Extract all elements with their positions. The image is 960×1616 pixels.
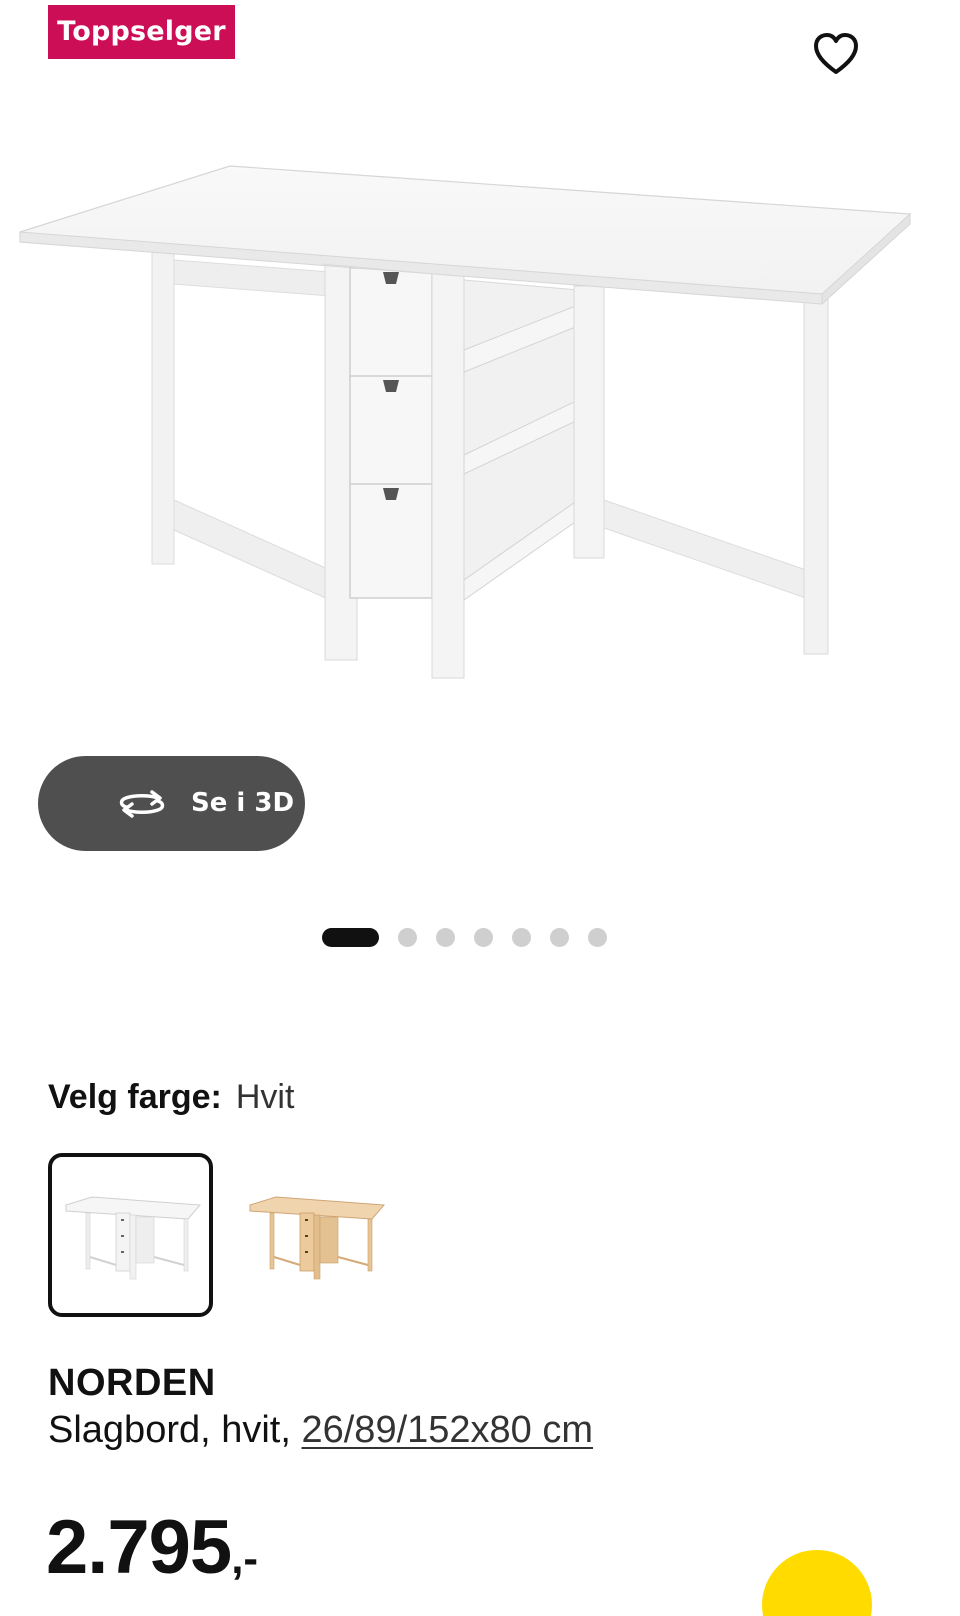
pagination-dot-active[interactable]	[322, 927, 379, 947]
product-description: Slagbord, hvit, 26/89/152x80 cm	[48, 1406, 593, 1454]
pagination-dot[interactable]	[512, 927, 531, 947]
color-value: Hvit	[235, 1078, 295, 1116]
color-option-white[interactable]	[48, 1153, 213, 1317]
dimensions-link[interactable]: 26/89/152x80 cm	[301, 1409, 593, 1451]
pagination-dot[interactable]	[474, 927, 493, 947]
view-in-3d-label: Se i 3D	[191, 788, 295, 818]
add-to-cart-fab[interactable]	[762, 1550, 872, 1616]
view-in-3d-button[interactable]: Se i 3D	[38, 756, 305, 851]
favorite-button[interactable]	[812, 32, 860, 76]
birch-table-thumbnail	[249, 1196, 386, 1280]
product-image[interactable]	[0, 150, 960, 710]
rotate-arrows-icon	[119, 790, 165, 818]
color-option-birch[interactable]	[234, 1153, 399, 1317]
product-page: Toppselger Se i 3D Velg farge: Hvit NORD…	[0, 0, 960, 1616]
product-name: NORDEN	[48, 1362, 216, 1404]
pagination-dot[interactable]	[398, 927, 417, 947]
gallery-pagination	[322, 927, 607, 947]
product-price: 2.795,-	[46, 1488, 258, 1616]
product-description-text: Slagbord, hvit,	[48, 1409, 291, 1451]
white-table-thumbnail	[65, 1196, 202, 1280]
top-seller-badge: Toppselger	[48, 5, 235, 59]
color-label: Velg farge:	[48, 1078, 222, 1116]
price-main: 2.795	[46, 1505, 232, 1590]
pagination-dot[interactable]	[550, 927, 569, 947]
pagination-dot[interactable]	[588, 927, 607, 947]
pagination-dot[interactable]	[436, 927, 455, 947]
price-suffix: ,-	[231, 1534, 259, 1583]
color-selector-heading: Velg farge: Hvit	[48, 1075, 294, 1119]
heart-icon	[814, 33, 858, 74]
